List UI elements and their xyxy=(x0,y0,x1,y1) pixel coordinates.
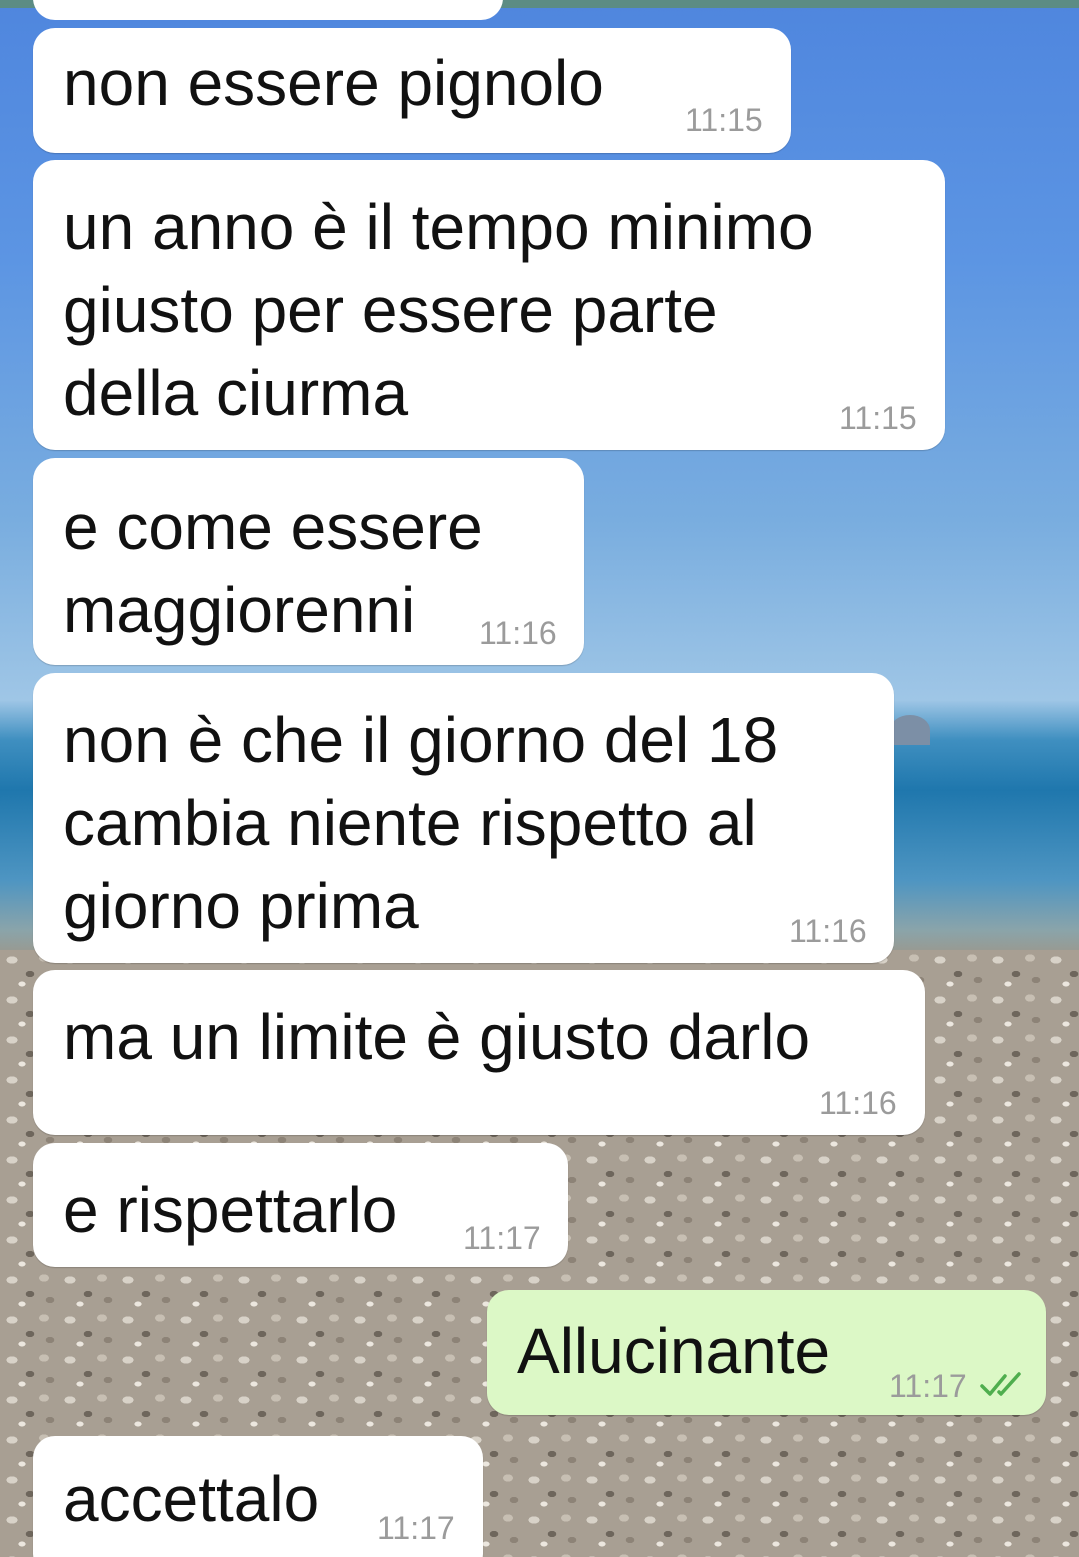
message-text: e rispettarlo xyxy=(63,1174,398,1246)
message-text: ma un limite è giusto darlo xyxy=(63,1001,811,1073)
message-text: non è che il giorno del 18 cambia niente… xyxy=(63,704,779,942)
message-bubble-outgoing[interactable]: Allucinante 11:17 xyxy=(487,1290,1046,1415)
double-check-icon xyxy=(980,1372,1021,1396)
message-text: Allucinante xyxy=(517,1315,831,1387)
message-time: 11:17 xyxy=(377,1510,455,1546)
message-bubble-incoming[interactable]: e come essere maggiorenni 11:16 xyxy=(33,458,584,665)
message-text: e come essere maggiorenni xyxy=(63,491,483,646)
chat-wallpaper-island xyxy=(890,715,930,745)
message-bubble-incoming[interactable]: un anno è il tempo minimo giusto per ess… xyxy=(33,160,945,450)
message-time: 11:17 xyxy=(463,1220,541,1256)
message-bubble-incoming[interactable]: e rispettarlo 11:17 xyxy=(33,1143,568,1267)
message-time: 11:16 xyxy=(819,1085,897,1121)
message-bubble-incoming[interactable]: ma un limite è giusto darlo 11:16 xyxy=(33,970,925,1135)
message-time: 11:16 xyxy=(789,913,867,949)
message-text: accettalo xyxy=(63,1463,320,1535)
message-text: non essere pignolo xyxy=(63,47,604,119)
message-bubble-partial[interactable] xyxy=(33,0,503,20)
message-text: un anno è il tempo minimo giusto per ess… xyxy=(63,191,814,429)
message-time: 11:15 xyxy=(839,400,917,436)
message-time: 11:15 xyxy=(685,102,763,138)
message-bubble-incoming[interactable]: non essere pignolo 11:15 xyxy=(33,28,791,153)
message-bubble-incoming[interactable]: non è che il giorno del 18 cambia niente… xyxy=(33,673,894,963)
message-time: 11:16 xyxy=(479,615,557,651)
message-time: 11:17 xyxy=(889,1368,967,1404)
message-bubble-incoming[interactable]: accettalo 11:17 xyxy=(33,1436,483,1557)
